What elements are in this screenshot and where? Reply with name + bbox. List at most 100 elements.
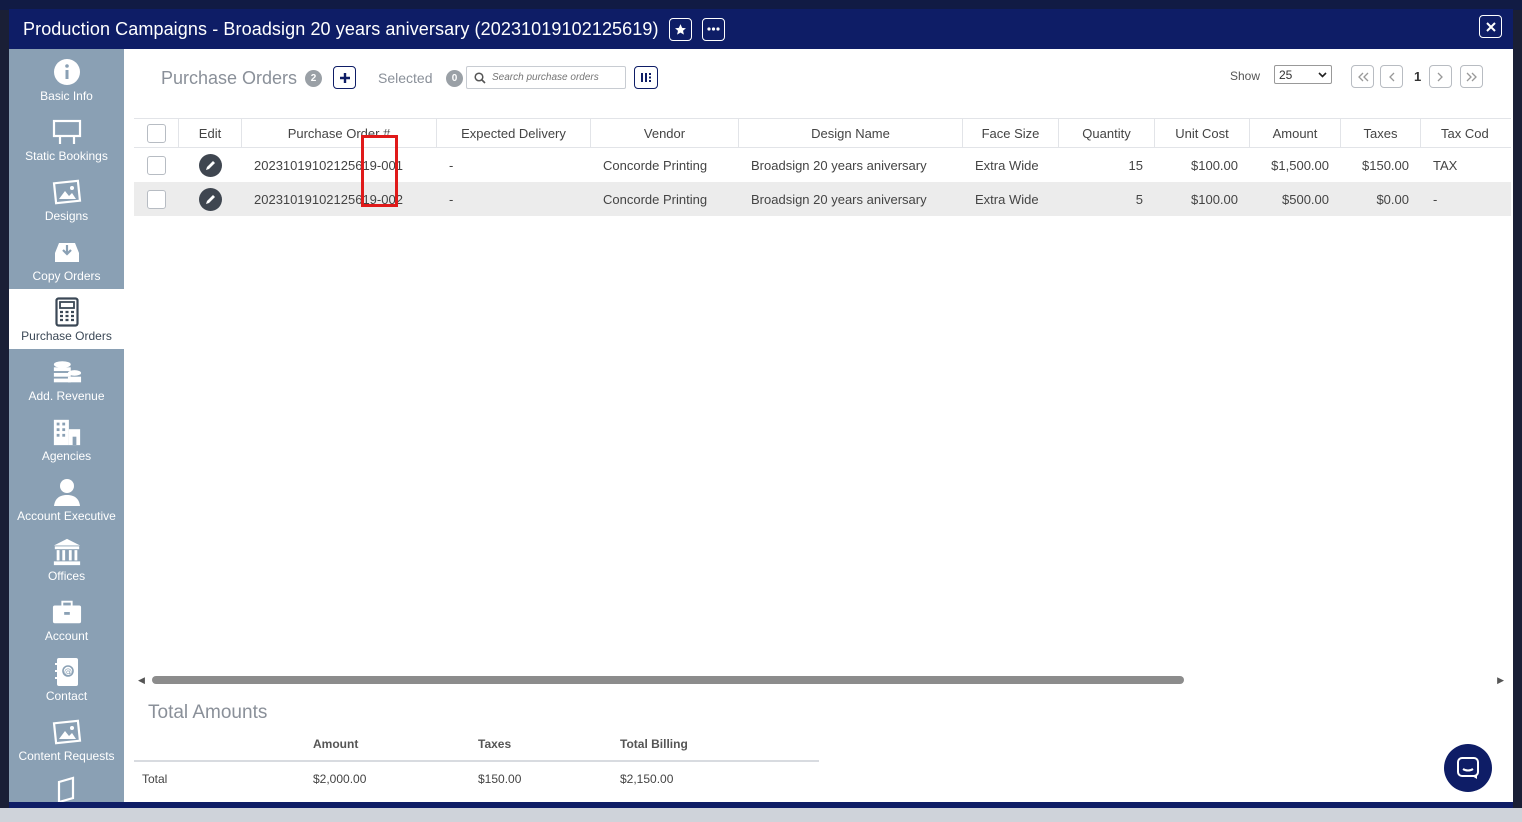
sidebar-item-basic-info[interactable]: Basic Info [9,49,124,109]
page-title: Purchase Orders [161,68,298,88]
sidebar-item-label: Copy Orders [32,269,101,283]
document-icon [52,775,82,802]
table-header: Edit Purchase Order # Expected Delivery … [134,118,1511,148]
column-header[interactable]: Purchase Order # [242,119,437,147]
design-name: Broadsign 20 years aniversary [751,157,927,173]
column-header[interactable]: Vendor [591,119,739,147]
chevron-right-icon [1437,72,1443,81]
search-box[interactable] [466,66,626,89]
search-input[interactable] [492,72,612,83]
po-number: 20231019102125619-001 [254,157,403,173]
design-name: Broadsign 20 years aniversary [751,191,927,207]
add-purchase-order-button[interactable] [333,66,356,89]
user-icon [52,477,82,507]
annotation-highlight-box [361,135,398,207]
sidebar-item-label: Account [44,629,89,643]
chevron-down-icon [1318,71,1327,78]
column-header[interactable]: Quantity [1059,119,1155,147]
sidebar-item-agencies[interactable]: Agencies [9,409,124,469]
scroll-right-arrow-icon[interactable]: ▶ [1497,675,1504,686]
totals-header-taxes: Taxes [478,737,512,751]
vendor: Concorde Printing [603,157,708,173]
background-bottom [0,808,1522,822]
horizontal-scrollbar[interactable]: ◀ ▶ [134,672,1504,688]
expected-delivery: - [449,157,454,173]
row-checkbox[interactable] [147,155,166,175]
edit-cell [179,148,242,182]
chat-launcher-button[interactable] [1444,744,1492,792]
sidebar-item-static-bookings[interactable]: Static Bookings [9,109,124,169]
sidebar-item-label: Add. Revenue [28,389,105,403]
campaign-modal: Production Campaigns - Broadsign 20 year… [9,9,1513,808]
column-header[interactable]: Expected Delivery [437,119,591,147]
sidebar-item-add-revenue[interactable]: Add. Revenue [9,349,124,409]
last-page-button[interactable] [1460,65,1483,88]
sidebar-item-contact[interactable]: @ Contact [9,649,124,709]
sidebar-item-content-requests[interactable]: Content Requests [9,709,124,769]
scrollbar-thumb[interactable] [152,676,1184,684]
column-header[interactable]: Tax Cod [1421,119,1511,147]
totals-amount: $2,000.00 [313,772,367,786]
totals-header-total-billing: Total Billing [620,737,688,751]
sidebar-item-account[interactable]: Account [9,589,124,649]
sidebar-item-designs[interactable]: Designs [9,169,124,229]
main-content: Purchase Orders 2 Selected 0 Show 25 [124,49,1513,802]
favorite-star-button[interactable] [668,17,692,41]
column-header[interactable]: Edit [179,119,242,147]
totals-row-label: Total [142,772,168,786]
sidebar-item-copy-orders[interactable]: Copy Orders [9,229,124,289]
table-row[interactable]: 20231019102125619-001 - Concorde Printin… [134,148,1511,182]
column-settings-button[interactable] [634,66,658,89]
image-icon [52,717,82,747]
taxes: $0.00 [1376,191,1409,207]
more-options-button[interactable] [701,17,725,41]
first-page-button[interactable] [1351,65,1374,88]
purchase-orders-toolbar: Purchase Orders 2 Selected 0 Show 25 [124,49,1513,109]
edit-cell [179,182,242,216]
sidebar-item-account-executive[interactable]: Account Executive [9,469,124,529]
columns-icon [641,73,651,82]
edit-button[interactable] [199,187,222,211]
amount: $500.00 [1282,191,1329,207]
quantity: 5 [1135,191,1143,207]
sidebar-item-more[interactable] [9,769,124,802]
scroll-left-arrow-icon[interactable]: ◀ [138,675,145,686]
close-modal-button[interactable] [1479,15,1502,38]
inbox-download-icon [52,237,82,267]
column-header[interactable]: Unit Cost [1155,119,1250,147]
select-all-checkbox[interactable] [146,123,166,143]
briefcase-icon [52,597,82,627]
sidebar-item-label: Agencies [41,449,92,463]
unit-cost: $100.00 [1191,191,1238,207]
sidebar-item-label: Basic Info [40,89,93,103]
sidebar-item-purchase-orders[interactable]: Purchase Orders [9,289,124,349]
row-select-cell [134,182,179,216]
coins-icon [52,357,82,387]
purchase-orders-table: Edit Purchase Order # Expected Delivery … [134,118,1513,678]
page-size-select[interactable]: 25 [1274,65,1332,84]
pencil-icon [206,160,215,170]
prev-page-button[interactable] [1380,65,1403,88]
column-header[interactable]: Design Name [739,119,963,147]
row-select-cell [134,148,179,182]
next-page-button[interactable] [1429,65,1452,88]
sidebar-item-offices[interactable]: Offices [9,529,124,589]
edit-button[interactable] [199,153,222,177]
modal-titlebar: Production Campaigns - Broadsign 20 year… [9,9,1513,49]
totals-divider [134,760,819,762]
column-header[interactable]: Face Size [963,119,1059,147]
sidebar-nav: Basic Info Static Bookings Designs Copy … [9,49,124,802]
column-header[interactable]: Amount [1250,119,1341,147]
column-header[interactable]: Taxes [1341,119,1421,147]
row-checkbox[interactable] [147,189,166,209]
svg-text:@: @ [64,667,72,676]
selected-label: Selected [378,70,433,86]
buildings-icon [52,417,82,447]
totals-title: Total Amounts [148,702,268,723]
calculator-icon [52,297,82,327]
bank-icon [52,537,82,567]
amount: $1,500.00 [1271,157,1329,173]
table-row[interactable]: 20231019102125619-002 - Concorde Printin… [134,182,1511,216]
select-all-cell [134,119,179,147]
quantity: 15 [1128,157,1143,173]
